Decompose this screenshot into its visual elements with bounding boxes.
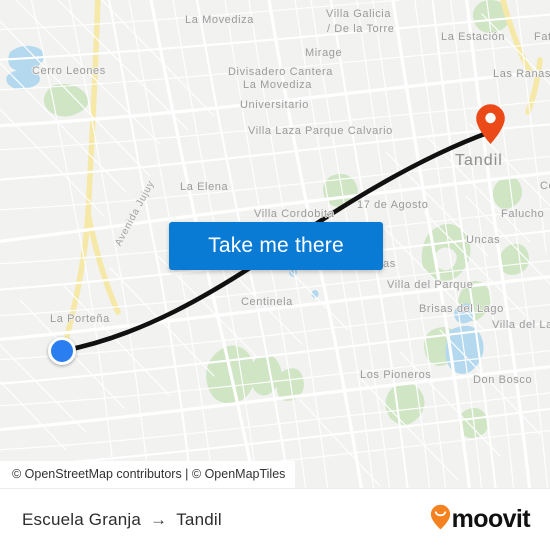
trip-destination-label: Tandil: [176, 509, 222, 529]
origin-dot-marker[interactable]: [48, 337, 76, 365]
moovit-wordmark: moovit: [451, 505, 531, 533]
take-me-there-button[interactable]: Take me there: [169, 222, 383, 270]
trip-map-screen: .rd { stroke:#ffffff; fill:none; stroke-…: [0, 0, 550, 550]
moovit-logo[interactable]: moovit: [430, 504, 531, 535]
map-canvas[interactable]: .rd { stroke:#ffffff; fill:none; stroke-…: [0, 0, 550, 488]
destination-pin-marker[interactable]: [475, 103, 506, 145]
arrow-right-icon: →: [150, 509, 168, 529]
moovit-pin-icon: [430, 504, 451, 535]
trip-origin-label: Escuela Granja: [22, 509, 142, 529]
trip-summary: Escuela Granja → Tandil: [22, 510, 222, 530]
trip-footer: Escuela Granja → Tandil moovit: [0, 488, 550, 550]
map-attribution[interactable]: © OpenStreetMap contributors | © OpenMap…: [0, 461, 296, 488]
